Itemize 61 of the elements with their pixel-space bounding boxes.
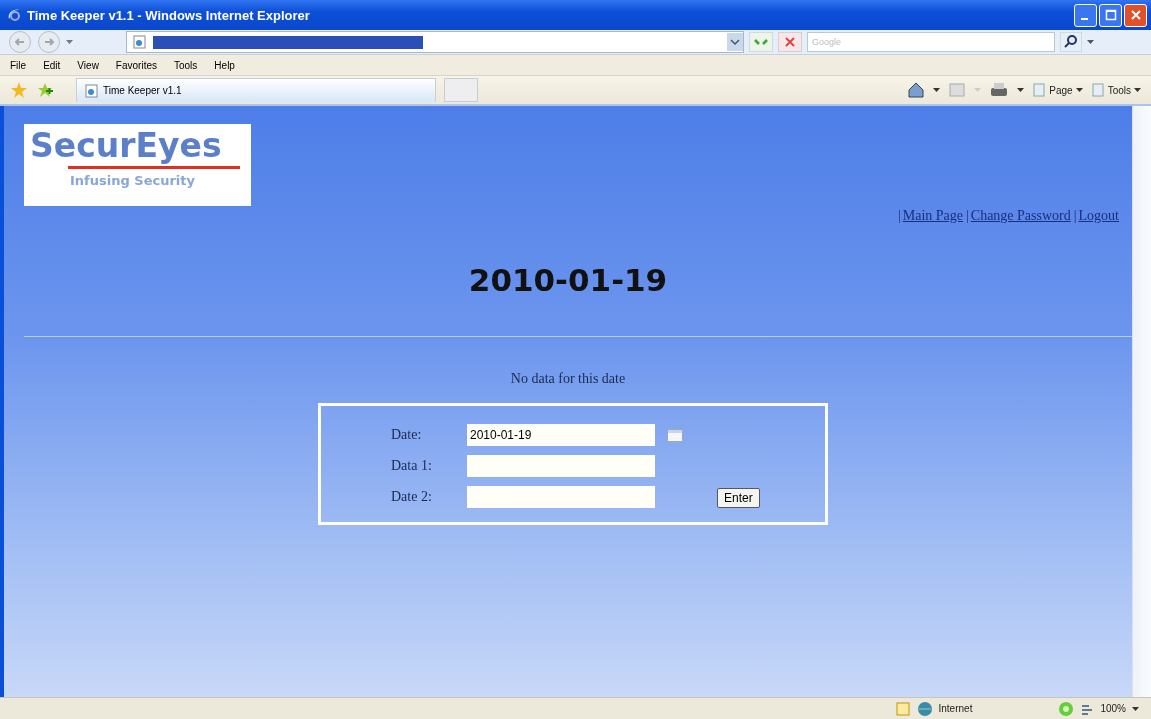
browser-tab[interactable]: Time Keeper v1.1 — [76, 78, 436, 102]
nav-link[interactable]: Logout — [1078, 208, 1119, 224]
text-field[interactable]: 2010-01-19 — [467, 424, 655, 446]
address-field[interactable] — [126, 31, 744, 53]
minimize-button[interactable] — [1074, 3, 1097, 27]
menu-item[interactable]: Help — [214, 59, 235, 71]
caret-icon[interactable] — [1017, 88, 1025, 92]
status-message: No data for this date — [509, 371, 627, 387]
maximize-button[interactable] — [1099, 3, 1122, 27]
separator-text: | — [966, 208, 970, 224]
stop-icon[interactable] — [778, 32, 802, 52]
forward-button[interactable] — [37, 30, 61, 54]
page-icon — [1032, 83, 1047, 97]
caret-icon[interactable] — [933, 88, 941, 92]
minimize-icon — [1080, 18, 1088, 20]
command-button[interactable]: Tools — [1090, 83, 1141, 97]
window-title: Time Keeper v1.1 - Windows Internet Explorer — [27, 7, 311, 23]
close-icon — [1129, 9, 1142, 21]
add-favorite-icon[interactable] — [36, 81, 54, 99]
date-heading: 2010-01-19 — [467, 262, 669, 298]
zoom-level[interactable]: 100% — [1100, 703, 1126, 714]
search-field[interactable]: Google — [807, 32, 1055, 52]
back-button[interactable] — [8, 30, 32, 54]
security-icon — [894, 700, 911, 717]
zone-text: Internet — [938, 703, 973, 714]
close-button[interactable] — [1124, 3, 1147, 27]
search-icon[interactable] — [1060, 32, 1082, 52]
menu-item[interactable]: Edit — [43, 59, 61, 71]
caret-icon[interactable] — [1132, 706, 1139, 711]
logo-tagline: Infusing Security — [70, 173, 196, 188]
menu-item[interactable]: View — [77, 59, 99, 71]
browser-logo-icon — [6, 7, 22, 23]
scrollbar[interactable] — [1132, 106, 1151, 697]
page-icon — [133, 35, 147, 49]
logo-name: SecurEyes — [30, 128, 223, 164]
caret-icon — [1075, 88, 1083, 92]
enter-button[interactable]: Enter — [717, 488, 760, 508]
dropdown-icon[interactable] — [727, 33, 743, 51]
text-field[interactable] — [467, 455, 655, 477]
calendar-icon[interactable] — [667, 428, 683, 442]
menu-item[interactable]: File — [10, 59, 27, 71]
field-label: Date: — [391, 427, 423, 443]
nav-link[interactable]: Change Password — [970, 208, 1071, 224]
caret-icon[interactable] — [1087, 40, 1094, 44]
star-icon[interactable] — [10, 81, 28, 99]
field-label: Date 2: — [391, 489, 433, 505]
globe-icon — [916, 700, 933, 717]
menu-item[interactable]: Favorites — [115, 59, 157, 71]
nav-link[interactable]: Main Page — [902, 208, 963, 224]
page-icon — [85, 83, 99, 98]
command-button[interactable]: Page — [1032, 83, 1083, 97]
home-icon[interactable] — [907, 81, 926, 99]
print-icon[interactable] — [989, 81, 1010, 99]
text-field[interactable] — [467, 486, 655, 508]
page-icon — [1090, 83, 1105, 97]
separator-text: | — [897, 208, 902, 224]
menu-item[interactable]: Tools — [174, 59, 198, 71]
field-label: Data 1: — [391, 458, 433, 474]
maximize-icon — [1104, 9, 1117, 21]
separator-text: | — [1073, 208, 1078, 224]
caret-icon — [1134, 88, 1141, 92]
